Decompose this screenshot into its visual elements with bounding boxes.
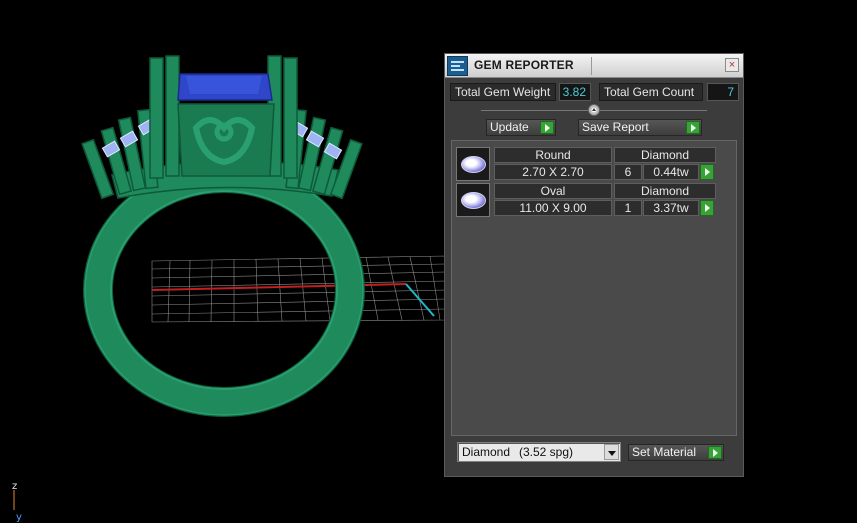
panel-title: GEM REPORTER bbox=[474, 58, 574, 72]
axis-y-label: y bbox=[16, 512, 22, 523]
total-gem-count-value: 7 bbox=[707, 83, 739, 101]
gem-weight: 0.44tw bbox=[643, 164, 699, 180]
gem-count: 6 bbox=[614, 164, 642, 180]
gem-shape: Round bbox=[494, 147, 612, 163]
x-axis-line bbox=[151, 283, 407, 291]
axis-gizmo bbox=[13, 490, 15, 510]
gem-material: Diamond bbox=[614, 147, 716, 163]
gem-select-arrow-icon[interactable] bbox=[700, 164, 714, 180]
material-select-name: Diamond bbox=[462, 445, 511, 459]
chevron-down-icon[interactable] bbox=[604, 444, 619, 460]
update-button[interactable]: Update bbox=[486, 119, 556, 136]
material-select[interactable]: Diamond (3.52 spg) bbox=[457, 442, 621, 462]
gem-stone-icon bbox=[461, 156, 486, 173]
gem-shape: Oval bbox=[494, 183, 612, 199]
gem-material: Diamond bbox=[614, 183, 716, 199]
gem-size: 2.70 X 2.70 bbox=[494, 164, 612, 180]
gem-weight: 3.37tw bbox=[643, 200, 699, 216]
play-arrow-icon bbox=[708, 446, 722, 459]
close-icon[interactable]: × bbox=[725, 58, 739, 72]
gem-reporter-icon bbox=[447, 56, 468, 76]
gem-reporter-panel: GEM REPORTER × Total Gem Weight 3.82 Tot… bbox=[444, 53, 744, 477]
titlebar-divider bbox=[591, 57, 592, 75]
update-button-label: Update bbox=[490, 120, 529, 134]
total-gem-count-label: Total Gem Count bbox=[599, 83, 703, 101]
play-arrow-icon bbox=[540, 121, 554, 134]
gem-thumbnail bbox=[456, 147, 490, 181]
save-report-button[interactable]: Save Report bbox=[578, 119, 702, 136]
gem-row[interactable]: Round Diamond 2.70 X 2.70 6 0.44tw bbox=[456, 147, 716, 181]
gem-size: 11.00 X 9.00 bbox=[494, 200, 612, 216]
gem-stone-icon bbox=[461, 192, 486, 209]
gem-count: 1 bbox=[614, 200, 642, 216]
panel-titlebar[interactable]: GEM REPORTER × bbox=[445, 54, 743, 78]
gem-list: Round Diamond 2.70 X 2.70 6 0.44tw Oval … bbox=[451, 140, 737, 436]
gem-row[interactable]: Oval Diamond 11.00 X 9.00 1 3.37tw bbox=[456, 183, 716, 217]
total-gem-weight-value: 3.82 bbox=[559, 83, 591, 101]
set-material-button-label: Set Material bbox=[632, 445, 697, 459]
ring-model bbox=[81, 55, 365, 417]
set-material-button[interactable]: Set Material bbox=[628, 444, 724, 461]
panel-slider-knob[interactable] bbox=[588, 104, 600, 116]
play-arrow-icon bbox=[686, 121, 700, 134]
gem-thumbnail bbox=[456, 183, 490, 217]
axis-z-label: z bbox=[12, 481, 18, 492]
save-report-button-label: Save Report bbox=[582, 120, 649, 134]
material-select-sg: (3.52 spg) bbox=[519, 445, 574, 459]
total-gem-weight-label: Total Gem Weight bbox=[450, 83, 556, 101]
gem-select-arrow-icon[interactable] bbox=[700, 200, 714, 216]
